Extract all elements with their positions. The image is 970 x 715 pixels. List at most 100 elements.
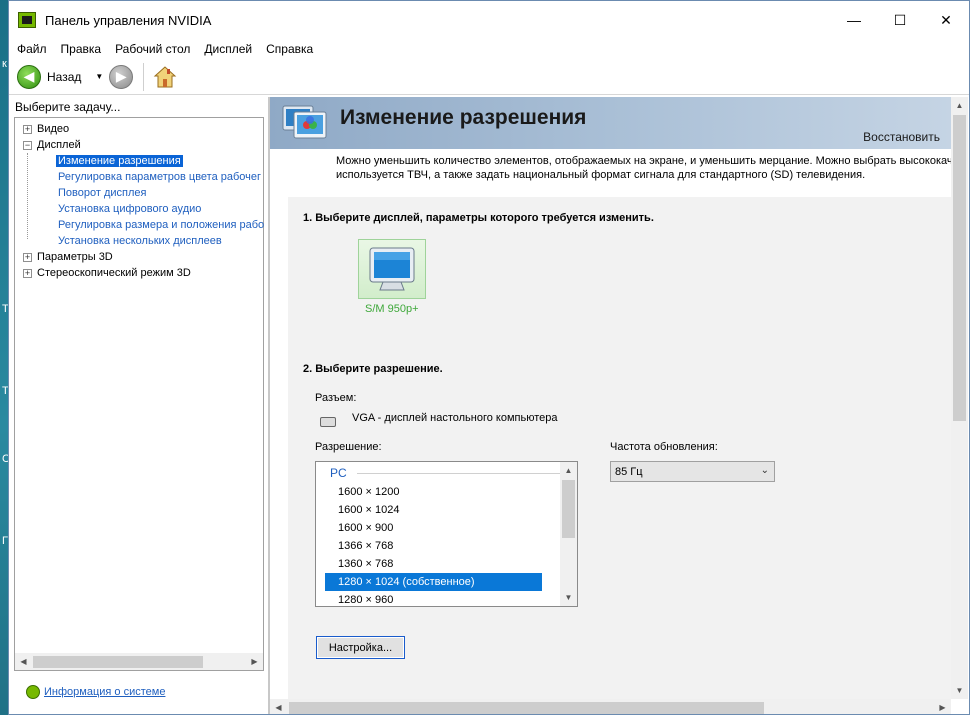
nvidia-logo-icon [18, 12, 36, 28]
scroll-thumb[interactable] [562, 480, 575, 538]
content-pane: Изменение разрешения Восстановить Можно … [268, 97, 969, 714]
group-divider [356, 472, 561, 474]
toolbar: ◀ Назад ▼ ▶ [9, 59, 969, 95]
tree-item-label: Параметры 3D [37, 251, 113, 263]
scroll-left-icon[interactable]: ◀ [270, 699, 287, 714]
menu-help[interactable]: Справка [259, 42, 320, 56]
back-label[interactable]: Назад [47, 70, 81, 84]
forward-button[interactable]: ▶ [109, 64, 134, 89]
nvidia-control-panel-window: Панель управления NVIDIA — ☐ ✕ Файл Прав… [8, 0, 970, 715]
tree-item-stereo-3d[interactable]: + Стереоскопический режим 3D [23, 265, 266, 281]
display-selector-tile[interactable] [358, 239, 426, 299]
resolution-list[interactable]: PC 1600 × 1200 1600 × 1024 1600 × 900 13… [315, 461, 578, 607]
arrow-right-icon: ▶ [115, 68, 127, 84]
arrow-left-icon: ◀ [23, 68, 35, 84]
tree-item-3d-settings[interactable]: + Параметры 3D [23, 249, 266, 265]
tree-item-video[interactable]: + Видео [23, 121, 266, 137]
menu-display[interactable]: Дисплей [197, 42, 259, 56]
resolution-item-selected[interactable]: 1280 × 1024 (собственное) [325, 573, 542, 591]
page-title: Изменение разрешения [340, 106, 587, 129]
scroll-up-icon[interactable]: ▲ [560, 462, 577, 479]
resolution-item[interactable]: 1280 × 960 [325, 591, 542, 606]
scroll-left-icon[interactable]: ◀ [15, 653, 32, 670]
resolution-item[interactable]: 1600 × 900 [325, 519, 542, 537]
window-title: Панель управления NVIDIA [45, 12, 212, 28]
scroll-down-icon[interactable]: ▼ [951, 682, 968, 699]
tree-item-label: Видео [37, 123, 70, 135]
scroll-right-icon[interactable]: ▶ [246, 653, 263, 670]
tree-item-label: Дисплей [37, 139, 81, 151]
tree-horizontal-scrollbar[interactable]: ◀ ▶ [15, 653, 263, 670]
expand-icon[interactable]: + [23, 252, 32, 262]
tree-item-change-resolution[interactable]: Изменение разрешения [23, 153, 266, 169]
display-resolution-icon [282, 105, 327, 139]
tree-item-label: Установка нескольких дисплеев [58, 235, 222, 247]
scroll-right-icon[interactable]: ▶ [934, 699, 951, 714]
page-header: Изменение разрешения Восстановить [270, 97, 951, 149]
toolbar-separator [143, 62, 145, 91]
settings-area: 1. Выберите дисплей, параметры которого … [288, 197, 951, 714]
task-tree-panel: + Видео − Дисплей Изменение разрешения Р… [14, 117, 264, 671]
title-bar[interactable]: Панель управления NVIDIA — ☐ ✕ [9, 1, 969, 39]
vga-connector-icon [320, 417, 336, 427]
refresh-rate-label: Частота обновления: [610, 441, 718, 453]
resolution-item[interactable]: 1600 × 1200 [325, 483, 542, 501]
scroll-thumb[interactable] [33, 655, 203, 668]
refresh-rate-select[interactable]: 85 Гц ⌄ [610, 461, 775, 482]
connector-value: VGA - дисплей настольного компьютера [352, 412, 558, 424]
refresh-rate-value: 85 Гц [615, 465, 643, 478]
resolution-list-scrollbar[interactable]: ▲ ▼ [560, 462, 577, 606]
tree-item-multiple-displays[interactable]: Установка нескольких дисплеев [23, 233, 266, 249]
menu-desktop[interactable]: Рабочий стол [108, 42, 197, 56]
menu-edit[interactable]: Правка [54, 42, 109, 56]
back-history-dropdown[interactable]: ▼ [95, 72, 103, 81]
expand-icon[interactable]: + [23, 268, 32, 278]
tree-item-label: Изменение разрешения [56, 155, 183, 167]
page-description: Можно уменьшить количество элементов, от… [336, 154, 956, 182]
resolution-label: Разрешение: [315, 441, 382, 453]
resolution-group-label: PC [330, 466, 347, 480]
tree-item-rotate-display[interactable]: Поворот дисплея [23, 185, 266, 201]
tree-item-label: Стереоскопический режим 3D [37, 267, 191, 279]
tree-item-digital-audio[interactable]: Установка цифрового аудио [23, 201, 266, 217]
monitor-icon [369, 247, 415, 291]
tree-item-display[interactable]: − Дисплей [23, 137, 266, 153]
content-vertical-scrollbar[interactable]: ▲ ▼ [951, 97, 968, 699]
resolution-item[interactable]: 1360 × 768 [325, 555, 542, 573]
home-icon [154, 65, 177, 87]
scroll-thumb[interactable] [953, 115, 966, 421]
restore-defaults-link[interactable]: Восстановить [863, 130, 940, 144]
monitor-name: S/M 950p+ [365, 303, 419, 315]
collapse-icon[interactable]: − [23, 140, 32, 150]
home-button[interactable] [152, 64, 178, 90]
maximize-button[interactable]: ☐ [877, 1, 923, 39]
description-line: Можно уменьшить количество элементов, от… [336, 155, 953, 167]
resolution-item[interactable]: 1600 × 1024 [325, 501, 542, 519]
menu-bar: Файл Правка Рабочий стол Дисплей Справка [9, 39, 969, 59]
resolution-item[interactable]: 1366 × 768 [325, 537, 542, 555]
tree-item-desktop-size[interactable]: Регулировка размера и положения рабо [23, 217, 266, 233]
minimize-button[interactable]: — [831, 1, 877, 39]
scroll-thumb[interactable] [289, 701, 764, 714]
content-horizontal-scrollbar[interactable]: ◀ ▶ [270, 699, 951, 714]
chevron-down-icon: ⌄ [760, 465, 769, 476]
menu-file[interactable]: Файл [10, 42, 54, 56]
task-label: Выберите задачу... [15, 100, 121, 114]
tree-item-label: Поворот дисплея [58, 187, 147, 199]
scroll-down-icon[interactable]: ▼ [560, 589, 577, 606]
description-line: используется ТВЧ, а также задать национа… [336, 169, 866, 181]
system-info-link[interactable]: Информация о системе [26, 685, 165, 699]
system-info-label[interactable]: Информация о системе [44, 686, 165, 698]
resolution-group-header: PC [330, 466, 561, 480]
tree-item-color-settings[interactable]: Регулировка параметров цвета рабочег [23, 169, 266, 185]
tree-item-label: Регулировка размера и положения рабо [58, 219, 265, 231]
task-tree: + Видео − Дисплей Изменение разрешения Р… [23, 121, 266, 281]
step1-heading: 1. Выберите дисплей, параметры которого … [303, 212, 654, 224]
scroll-up-icon[interactable]: ▲ [951, 97, 968, 114]
expand-icon[interactable]: + [23, 124, 32, 134]
customize-button[interactable]: Настройка... [316, 636, 405, 659]
connector-label: Разъем: [315, 392, 357, 404]
back-button[interactable]: ◀ [17, 64, 41, 89]
tree-item-label: Регулировка параметров цвета рабочег [58, 171, 262, 183]
close-button[interactable]: ✕ [923, 1, 969, 39]
